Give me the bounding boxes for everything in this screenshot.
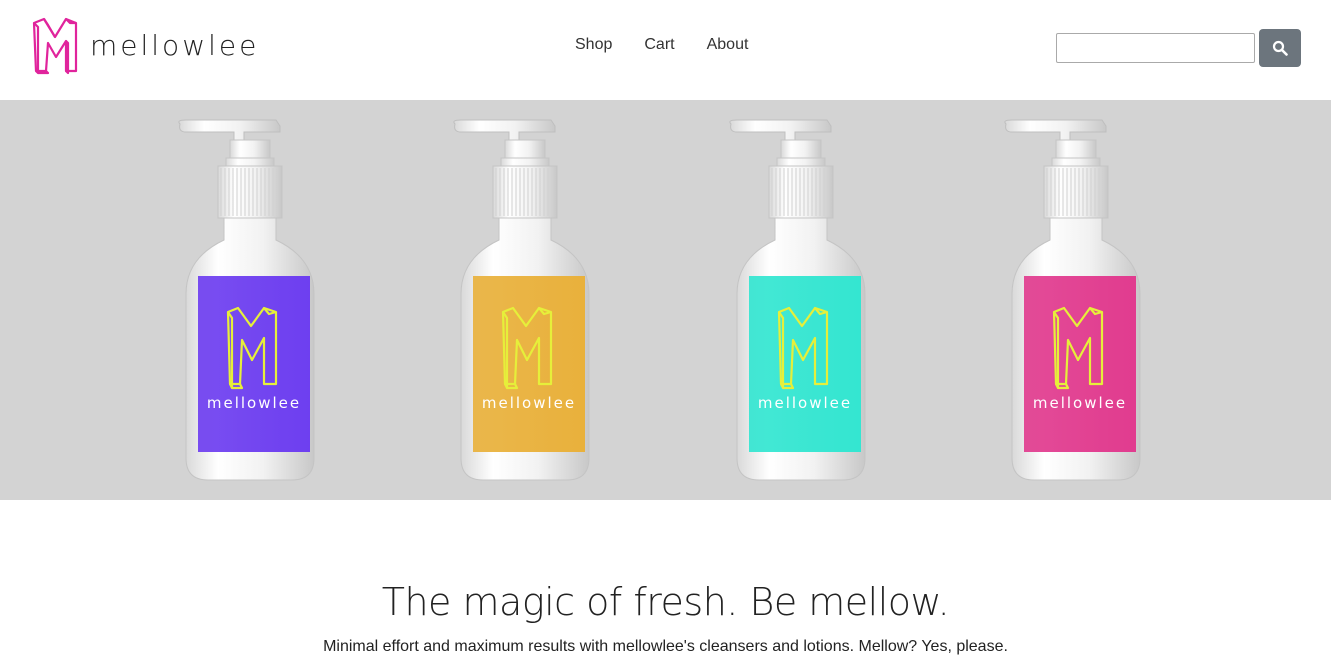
bottle-brand-text: mellowlee bbox=[1033, 394, 1127, 412]
search-input[interactable] bbox=[1056, 33, 1255, 63]
search-bar bbox=[1056, 29, 1301, 67]
search-button[interactable] bbox=[1259, 29, 1301, 67]
m-logo-icon bbox=[32, 17, 78, 75]
product-bottle[interactable]: mellowlee bbox=[443, 118, 603, 488]
product-bottle[interactable]: mellowlee bbox=[994, 118, 1154, 488]
product-bottle[interactable]: mellowlee bbox=[168, 118, 328, 488]
brand-name: mellowlee bbox=[90, 28, 260, 62]
brand-logo[interactable]: mellowlee bbox=[30, 14, 259, 76]
nav-about[interactable]: About bbox=[707, 36, 749, 54]
bottle-brand-text: mellowlee bbox=[207, 394, 301, 412]
product-bottle[interactable]: mellowlee bbox=[719, 118, 879, 488]
nav-cart[interactable]: Cart bbox=[644, 36, 674, 54]
site-header: mellowlee Shop Cart About bbox=[0, 0, 1331, 100]
bottle-brand-text: mellowlee bbox=[758, 394, 852, 412]
search-icon bbox=[1272, 40, 1288, 56]
page-headline: The magic of fresh. Be mellow. bbox=[381, 580, 950, 624]
main-nav: Shop Cart About bbox=[575, 36, 748, 54]
bottle-brand-text: mellowlee bbox=[482, 394, 576, 412]
nav-shop[interactable]: Shop bbox=[575, 36, 612, 54]
hero-banner: mellowlee mellowlee mellowlee mellowlee bbox=[0, 100, 1331, 500]
page-subheadline: Minimal effort and maximum results with … bbox=[323, 638, 1008, 655]
